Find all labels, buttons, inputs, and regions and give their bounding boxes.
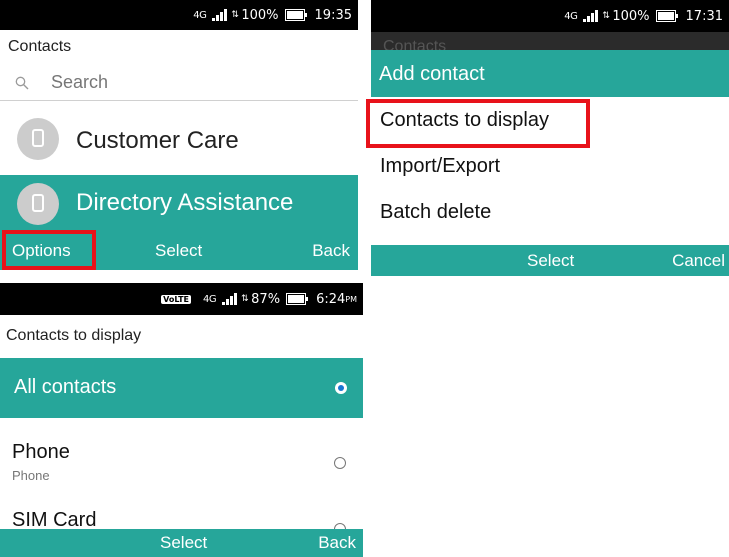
data-arrows-icon: ⇅ <box>241 293 249 304</box>
select-softkey[interactable]: Select <box>527 251 574 271</box>
back-softkey[interactable]: Back <box>312 241 350 261</box>
clock-ampm: PM <box>345 294 357 304</box>
volte-badge: VoLTE <box>161 294 192 304</box>
menu-item-import-export[interactable]: Import/Export <box>371 143 729 189</box>
battery-icon <box>655 10 678 22</box>
clock: 17:31 <box>685 8 723 24</box>
cancel-softkey[interactable]: Cancel <box>672 251 725 271</box>
status-bar: 4G ⇅ 100% 19:35 <box>0 0 358 30</box>
battery-percent: 87% <box>251 291 281 307</box>
option-label: All contacts <box>14 376 117 398</box>
menu-label: Batch delete <box>380 201 492 223</box>
radio-checked-icon <box>335 382 347 394</box>
network-indicator: 4G <box>564 10 578 22</box>
back-softkey[interactable]: Back <box>318 533 356 553</box>
option-label: SIM Card <box>12 509 97 529</box>
status-bar: 4G ⇅ 100% 17:31 <box>371 0 729 32</box>
background-title: Contacts <box>383 38 447 50</box>
battery-percent: 100% <box>241 7 279 23</box>
menu-label: Add contact <box>379 63 485 85</box>
menu-item-batch-delete[interactable]: Batch delete <box>371 189 729 235</box>
page-title: Contacts <box>8 38 72 55</box>
battery-icon <box>286 293 309 305</box>
clock: 6:24 <box>316 291 346 307</box>
page-title: Contacts to display <box>6 327 142 344</box>
network-indicator: 4G <box>203 293 217 305</box>
dimmed-header: Contacts <box>371 32 729 50</box>
battery-percent: 100% <box>612 8 650 24</box>
search-icon <box>15 76 29 90</box>
radio-unchecked-icon <box>334 457 346 469</box>
clock: 19:35 <box>314 7 352 23</box>
menu-label: Import/Export <box>380 155 501 177</box>
screen-contacts-to-display: VoLTE 4G ⇅ 87% 6:24 PM Contacts to displ… <box>0 283 363 557</box>
search-bar[interactable]: Search <box>0 66 358 100</box>
option-label: Phone <box>12 441 70 463</box>
option-sublabel: Phone <box>12 468 50 483</box>
battery-icon <box>284 9 307 21</box>
softkey-bar: Select Cancel <box>371 245 729 276</box>
signal-icon <box>222 293 238 305</box>
data-arrows-icon: ⇅ <box>602 10 610 21</box>
data-arrows-icon: ⇅ <box>231 9 239 20</box>
search-divider <box>0 100 358 101</box>
highlight-contacts-to-display <box>366 99 590 148</box>
option-phone[interactable]: Phone Phone <box>0 433 363 493</box>
contact-avatar-icon <box>17 118 59 160</box>
signal-icon <box>583 10 599 22</box>
contact-avatar-icon <box>17 183 59 225</box>
select-softkey[interactable]: Select <box>155 241 202 261</box>
list-item[interactable]: Customer Care <box>0 112 358 167</box>
menu-item-add-contact[interactable]: Add contact <box>371 50 729 97</box>
highlight-options <box>2 230 96 270</box>
softkey-bar: Select Back <box>0 529 363 557</box>
select-softkey[interactable]: Select <box>160 533 207 553</box>
contact-name: Directory Assistance <box>76 189 294 216</box>
contact-name: Customer Care <box>76 127 239 154</box>
network-indicator: 4G <box>193 9 207 21</box>
option-sim-card[interactable]: SIM Card <box>0 501 363 529</box>
status-bar: VoLTE 4G ⇅ 87% 6:24 PM <box>0 283 363 315</box>
list-item-selected[interactable]: Directory Assistance <box>0 175 358 232</box>
signal-icon <box>212 9 228 21</box>
option-all-contacts[interactable]: All contacts <box>0 358 363 418</box>
search-input[interactable]: Search <box>51 72 108 93</box>
